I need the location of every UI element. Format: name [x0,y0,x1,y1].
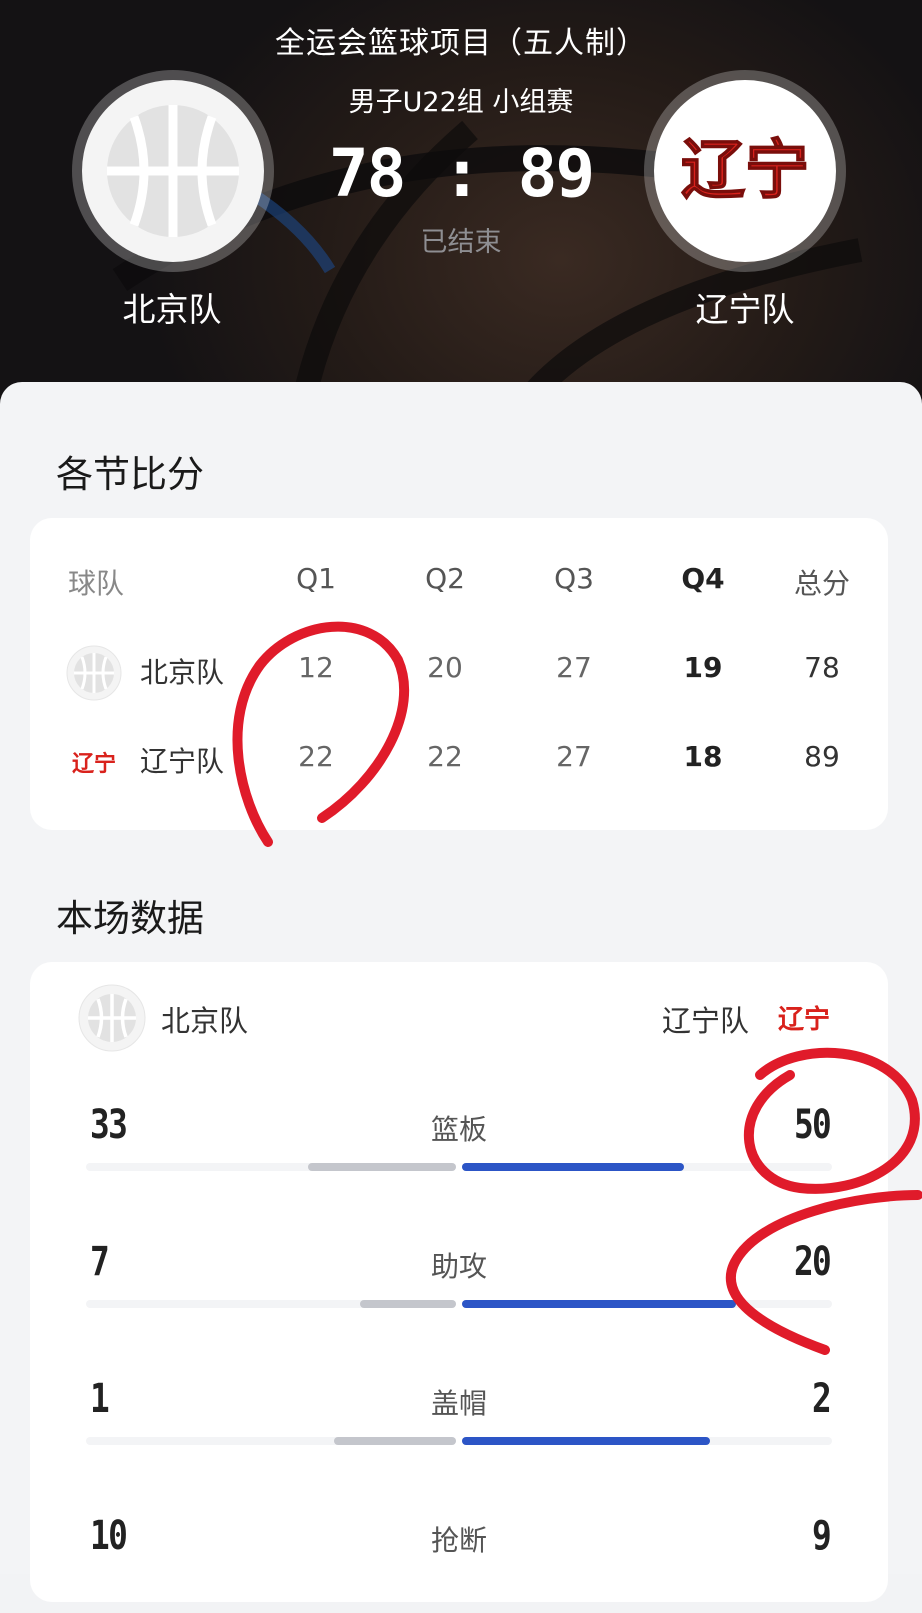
total-score: 78 [804,651,840,684]
stat-label: 抢断 [430,1524,487,1557]
stat-row-assists: 7 助攻 20 [30,1239,888,1339]
competition-title: 全运会篮球项目（五人制） [275,26,647,61]
liaoning-logo: 辽宁 [67,735,121,789]
away-team-name[interactable]: 辽宁队 [645,283,845,331]
stat-label: 助攻 [430,1250,487,1283]
column-total: 总分 [793,567,850,600]
quarter-scores-title: 各节比分 [56,453,204,496]
away-stat-value: 50 [793,1102,832,1148]
match-stats-title: 本场数据 [56,897,204,940]
home-stat-track [86,1300,456,1308]
q3-score: 27 [556,651,592,684]
liaoning-logo: 辽宁 [771,985,837,1051]
match-header: 全运会篮球项目（五人制） 男子U22组 小组赛 78 : 89 已结束 辽宁 北… [0,0,922,420]
column-q3: Q3 [554,562,594,595]
basketball-icon [107,105,239,237]
home-stat-bar [333,1437,456,1445]
stats-away-team: 辽宁队 [662,1004,750,1038]
away-stat-bar [462,1300,736,1308]
column-team: 球队 [68,567,125,600]
home-stat-bar [308,1163,456,1171]
q2-score: 22 [427,740,463,773]
home-stat-bar [359,1300,456,1308]
stat-label: 篮板 [430,1113,487,1146]
liaoning-logo: 辽宁 [680,133,810,209]
q2-score: 20 [427,651,463,684]
q4-score: 18 [683,740,723,773]
q4-score: 19 [683,651,723,684]
away-stat-value: 20 [793,1239,832,1285]
column-q1: Q1 [296,562,336,595]
away-stat-track [462,1300,832,1308]
q1-score: 12 [298,651,334,684]
stats-home-team: 北京队 [161,1004,249,1038]
home-stat-track [86,1437,456,1445]
total-score: 89 [804,740,840,773]
column-q4: Q4 [681,562,725,595]
home-team-logo[interactable] [82,80,264,262]
table-row[interactable]: 北京队 12 20 27 19 78 [30,645,888,701]
column-q2: Q2 [425,562,465,595]
home-stat-track [86,1163,456,1171]
basketball-icon [78,984,146,1052]
table-row[interactable]: 辽宁 辽宁队 22 22 27 18 89 [30,735,888,790]
away-stat-value: 9 [811,1513,832,1559]
away-stat-track [462,1437,832,1445]
stat-row-blocks: 1 盖帽 2 [30,1376,888,1476]
away-stat-bar [462,1163,684,1171]
away-team-logo[interactable]: 辽宁 [654,80,836,262]
away-stat-track [462,1163,832,1171]
svg-text:辽宁: 辽宁 [778,1004,830,1035]
team-name: 辽宁队 [140,745,225,778]
stat-row-steals: 10 抢断 9 [30,1513,888,1613]
quarter-scores-card: 球队 Q1 Q2 Q3 Q4 总分 北京队 12 20 27 19 78 辽宁 … [30,518,888,830]
stat-row-rebounds: 33 篮板 50 [30,1102,888,1202]
svg-text:辽宁: 辽宁 [681,134,809,208]
home-team-name[interactable]: 北京队 [72,283,272,331]
q3-score: 27 [556,740,592,773]
away-stat-bar [462,1437,710,1445]
stat-label: 盖帽 [430,1387,487,1420]
basketball-icon [66,645,122,701]
team-name: 北京队 [140,656,225,689]
match-stats-card: 北京队 辽宁队 辽宁 33 篮板 50 7 助攻 20 1 盖帽 2 10 抢断… [30,962,888,1602]
quarter-table-header: 球队 Q1 Q2 Q3 Q4 总分 [30,562,888,612]
away-stat-value: 2 [811,1376,832,1422]
q1-score: 22 [298,740,334,773]
svg-text:辽宁: 辽宁 [72,751,116,777]
